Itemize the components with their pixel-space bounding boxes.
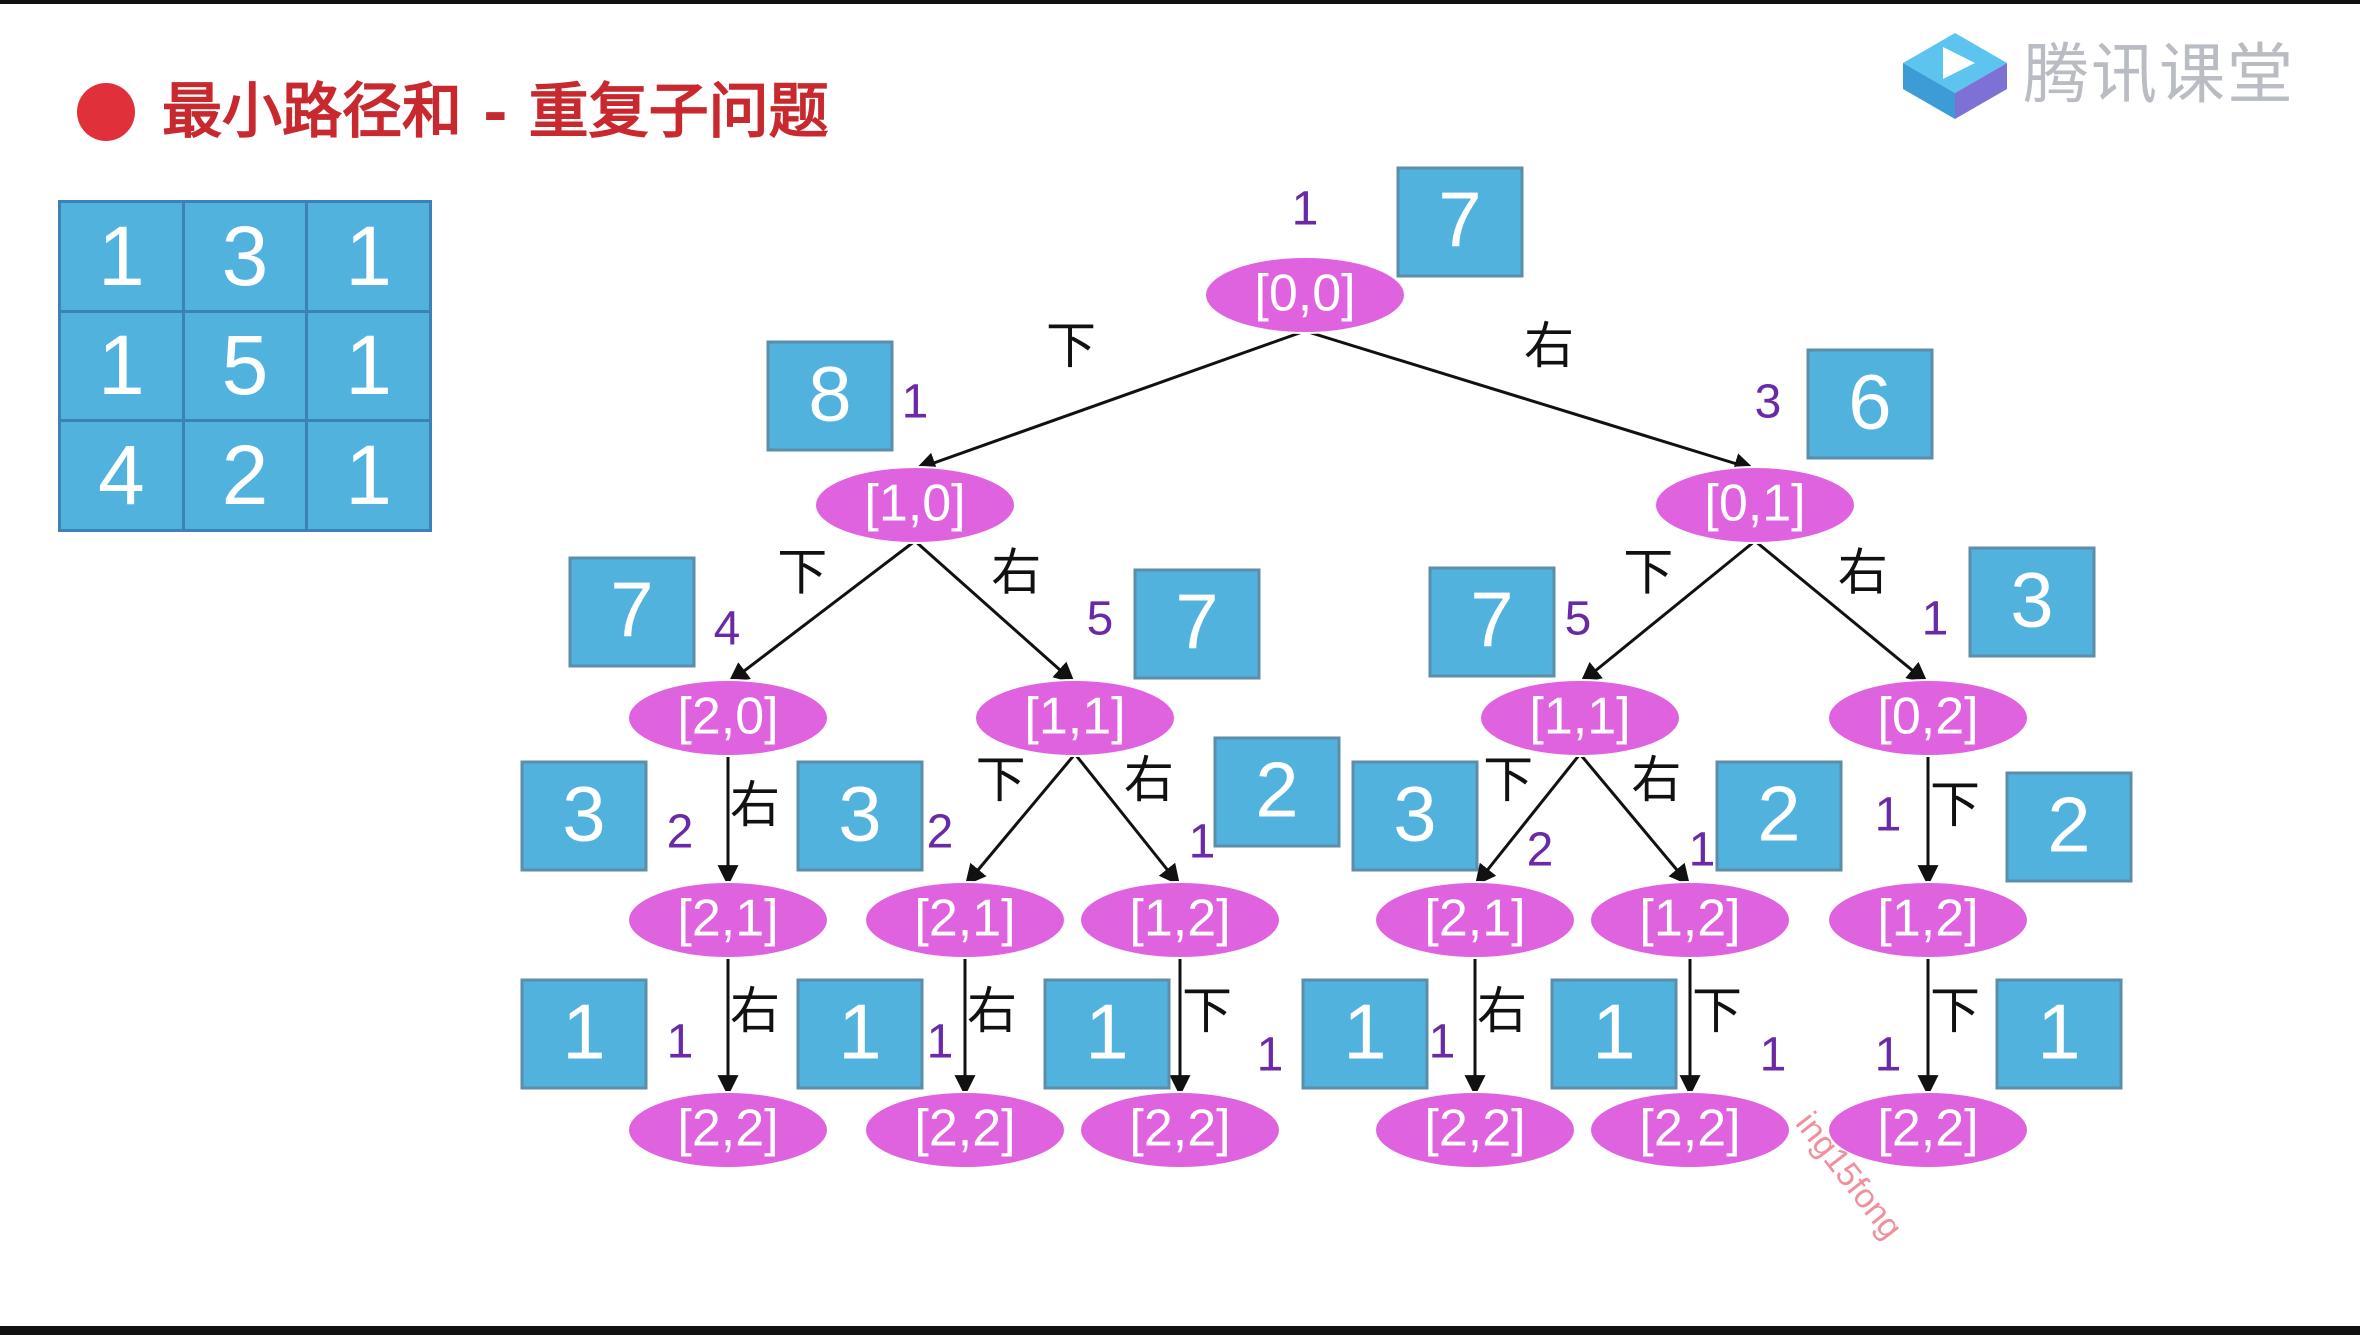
node-label: [2,2] — [1639, 1100, 1740, 1158]
min-sum-value: 1 — [562, 988, 605, 1076]
call-count: 1 — [927, 1016, 954, 1069]
node-label: [2,2] — [677, 1100, 778, 1158]
edge-label: 下 — [1930, 776, 1980, 834]
call-count: 5 — [1087, 593, 1114, 646]
node-label: [2,1] — [914, 890, 1015, 948]
min-sum-value: 3 — [2010, 556, 2053, 644]
edge-label: 右 — [1124, 751, 1174, 809]
node-label: [2,2] — [1877, 1100, 1978, 1158]
min-sum-value: 2 — [1255, 746, 1298, 834]
call-count: 1 — [1292, 183, 1319, 236]
edge-label: 右 — [967, 982, 1017, 1040]
edge-label: 下 — [976, 751, 1026, 809]
edge-label: 右 — [1524, 317, 1574, 375]
min-sum-value: 7 — [1470, 576, 1513, 664]
node-label: [1,0] — [864, 475, 965, 533]
call-count: 2 — [667, 806, 694, 859]
node-label: [2,2] — [1129, 1100, 1230, 1158]
min-sum-value: 1 — [2037, 988, 2080, 1076]
call-count: 1 — [1875, 1029, 1902, 1082]
call-count: 1 — [1189, 816, 1216, 869]
call-count: 1 — [1922, 593, 1949, 646]
edge-label: 右 — [730, 776, 780, 834]
edge-label: 下 — [1046, 317, 1096, 375]
min-sum-value: 6 — [1848, 358, 1891, 446]
min-sum-value: 3 — [838, 770, 881, 858]
edge-label: 下 — [1692, 982, 1742, 1040]
edge-label: 下 — [1182, 982, 1232, 1040]
edge-label: 右 — [1477, 982, 1527, 1040]
call-count: 1 — [1875, 789, 1902, 842]
node-label: [1,2] — [1639, 890, 1740, 948]
call-count: 3 — [1755, 376, 1782, 429]
call-count: 4 — [714, 603, 741, 656]
call-count: 2 — [1527, 824, 1554, 877]
call-count: 5 — [1565, 593, 1592, 646]
call-count: 1 — [667, 1016, 694, 1069]
min-sum-value: 1 — [1592, 988, 1635, 1076]
call-count: 1 — [1429, 1016, 1456, 1069]
min-sum-value: 7 — [610, 566, 653, 654]
min-sum-value: 2 — [2047, 781, 2090, 869]
node-label: [2,2] — [914, 1100, 1015, 1158]
min-sum-value: 1 — [1085, 988, 1128, 1076]
call-count: 2 — [927, 806, 954, 859]
bottom-border — [0, 1326, 2360, 1335]
node-label: [2,2] — [1424, 1100, 1525, 1158]
edge-label: 右 — [730, 982, 780, 1040]
edge-label: 下 — [1930, 982, 1980, 1040]
call-count: 1 — [1689, 824, 1716, 877]
node-label: [0,1] — [1704, 475, 1805, 533]
min-sum-value: 7 — [1175, 578, 1218, 666]
min-sum-value: 7 — [1438, 176, 1481, 264]
edge-label: 下 — [1623, 544, 1673, 602]
node-label: [1,2] — [1877, 890, 1978, 948]
recursion-tree: 下右下右下右右下右下右下右右下右下下[0,0]71[1,0]8 1[0,1]63[… — [520, 166, 2133, 1169]
node-label: [2,1] — [677, 890, 778, 948]
edge-label: 右 — [991, 544, 1041, 602]
min-sum-value: 2 — [1757, 770, 1800, 858]
node-label: [2,0] — [677, 688, 778, 746]
min-sum-value: 8 — [808, 350, 851, 438]
node-label: [0,0] — [1254, 265, 1355, 323]
edge-label: 下 — [1483, 751, 1533, 809]
call-count: 1 — [1760, 1029, 1787, 1082]
edge-label: 右 — [1631, 751, 1681, 809]
edge-arrow — [914, 329, 1306, 473]
min-sum-value: 3 — [1393, 770, 1436, 858]
node-label: [1,1] — [1529, 688, 1630, 746]
node-label: [2,1] — [1424, 890, 1525, 948]
call-count: 1 — [902, 376, 929, 429]
node-label: [1,1] — [1024, 688, 1125, 746]
min-sum-value: 3 — [562, 770, 605, 858]
node-label: [0,2] — [1877, 688, 1978, 746]
min-sum-value: 1 — [1343, 988, 1386, 1076]
edge-label: 右 — [1838, 544, 1888, 602]
call-count: 1 — [1257, 1029, 1284, 1082]
edge-label: 下 — [777, 544, 827, 602]
node-label: [1,2] — [1129, 890, 1230, 948]
min-sum-value: 1 — [838, 988, 881, 1076]
